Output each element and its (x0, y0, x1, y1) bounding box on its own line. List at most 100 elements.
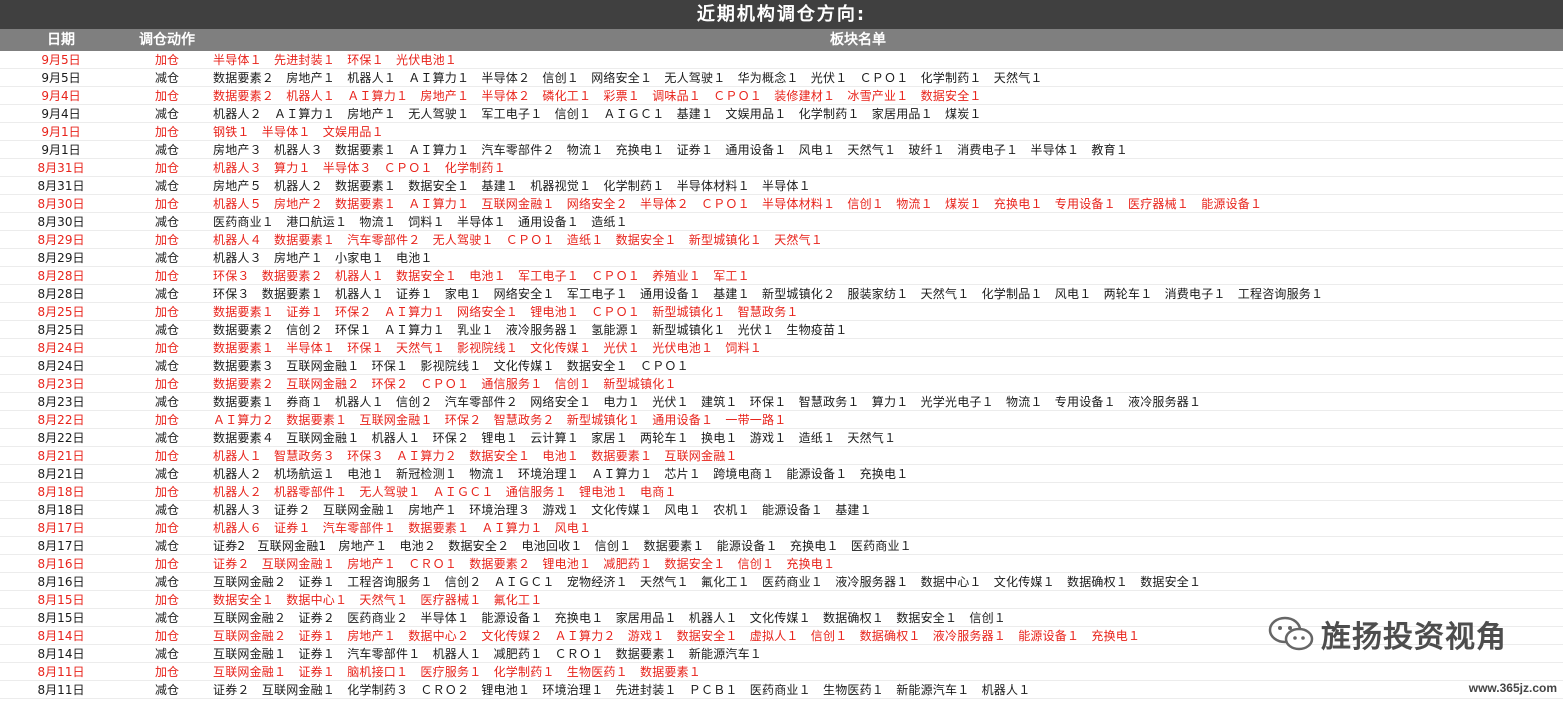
table-row: 8月24日 加仓 数据要素１ 半导体１ 环保１ 天然气１ 影视院线１ 文化传媒１ 光… (0, 339, 1563, 357)
table-row: 8月31日 加仓 机器人３ 算力１ 半导体３ ＣＰＯ１ 化学制药１ (0, 159, 1563, 177)
row-action: 加仓 (154, 521, 179, 535)
row-date: 8月30日 (37, 215, 85, 229)
row-action: 减仓 (154, 467, 179, 481)
row-date: 8月17日 (37, 521, 85, 535)
row-sector-list: 互联网金融２ 证券１ 房地产１ 数据中心２ 文化传媒２ ＡＩ算力２ 游戏１ 数据… (213, 629, 1141, 643)
row-action: 加仓 (154, 305, 179, 319)
row-date: 8月28日 (37, 287, 85, 301)
table-body: 9月5日 加仓 半导体１ 先进封装１ 环保１ 光伏电池１ 9月5日 减仓 数据要素２ 房地… (0, 51, 1563, 699)
row-sector-list: 钢铁１ 半导体１ 文娱用品１ (213, 125, 384, 139)
row-date: 8月31日 (37, 179, 85, 193)
row-sector-list: 机器人６ 证券１ 汽车零部件１ 数据要素１ ＡＩ算力１ 风电１ (213, 521, 592, 535)
row-sector-list: 医药商业１ 港口航运１ 物流１ 饲料１ 半导体１ 通用设备１ 造纸１ (213, 215, 628, 229)
row-action: 加仓 (154, 233, 179, 247)
row-date: 9月4日 (41, 107, 81, 121)
row-date: 8月15日 (37, 611, 85, 625)
row-action: 加仓 (154, 53, 179, 67)
row-date: 8月16日 (37, 557, 85, 571)
row-action: 加仓 (154, 629, 179, 643)
table-row: 8月30日 加仓 机器人５ 房地产２ 数据要素１ ＡＩ算力１ 互联网金融１ 网络安全… (0, 195, 1563, 213)
row-action: 加仓 (154, 593, 179, 607)
row-action: 减仓 (154, 143, 179, 157)
row-sector-list: 数据要素２ 机器人１ ＡＩ算力１ 房地产１ 半导体２ 磷化工１ 彩票１ 调味品１… (213, 89, 982, 103)
row-action: 加仓 (154, 341, 179, 355)
row-sector-list: 互联网金融１ 证券１ 汽车零部件１ 机器人１ 减肥药１ ＣＲＯ１ 数据要素１ 新… (213, 647, 763, 661)
table-row: 8月24日 减仓 数据要素３ 互联网金融１ 环保１ 影视院线１ 文化传媒１ 数据安全… (0, 357, 1563, 375)
row-action: 加仓 (154, 269, 179, 283)
table-row: 8月11日 减仓 证券２ 互联网金融１ 化学制药３ ＣＲＯ２ 锂电池１ 环境治理１ … (0, 681, 1563, 699)
row-date: 9月4日 (41, 89, 81, 103)
row-sector-list: ＡＩ算力２ 数据要素１ 互联网金融１ 环保２ 智慧政务２ 新型城镇化１ 通用设备… (213, 413, 787, 427)
row-date: 8月29日 (37, 233, 85, 247)
table-row: 8月16日 加仓 证券２ 互联网金融１ 房地产１ ＣＲＯ１ 数据要素２ 锂电池１ 减… (0, 555, 1563, 573)
row-action: 减仓 (154, 323, 179, 337)
table-row: 8月16日 减仓 互联网金融２ 证券１ 工程咨询服务１ 信创２ ＡＩＧＣ１ 宠物经济… (0, 573, 1563, 591)
row-date: 8月21日 (37, 449, 85, 463)
row-sector-list: 机器人２ 机场航运１ 电池１ 新冠检测１ 物流１ 环境治理１ ＡＩ算力１ 芯片１… (213, 467, 909, 481)
row-sector-list: 房地产５ 机器人２ 数据要素１ 数据安全１ 基建１ 机器视觉１ 化学制药１ 半导… (213, 179, 811, 193)
row-date: 8月14日 (37, 647, 85, 661)
row-sector-list: 半导体１ 先进封装１ 环保１ 光伏电池１ (213, 53, 458, 67)
row-action: 加仓 (154, 197, 179, 211)
row-date: 8月24日 (37, 341, 85, 355)
row-sector-list: 数据要素４ 互联网金融１ 机器人１ 环保２ 锂电１ 云计算１ 家居１ 两轮车１ … (213, 431, 897, 445)
row-action: 减仓 (154, 395, 179, 409)
row-sector-list: 证券２ 互联网金融１ 房地产１ ＣＲＯ１ 数据要素２ 锂电池１ 减肥药１ 数据安… (213, 557, 836, 571)
table-row: 8月30日 减仓 医药商业１ 港口航运１ 物流１ 饲料１ 半导体１ 通用设备１ 造纸… (0, 213, 1563, 231)
watermark: 旌扬投资视角 (1267, 612, 1507, 656)
row-action: 加仓 (154, 485, 179, 499)
row-sector-list: 机器人３ 算力１ 半导体３ ＣＰＯ１ 化学制药１ (213, 161, 506, 175)
row-sector-list: 环保３ 数据要素１ 机器人１ 证券１ 家电１ 网络安全１ 军工电子１ 通用设备１… (213, 287, 1324, 301)
table-row: 8月22日 减仓 数据要素４ 互联网金融１ 机器人１ 环保２ 锂电１ 云计算１ 家居… (0, 429, 1563, 447)
row-sector-list: 环保３ 数据要素２ 机器人１ 数据安全１ 电池１ 军工电子１ ＣＰＯ１ 养殖业１… (213, 269, 750, 283)
row-sector-list: 互联网金融１ 证券１ 脑机接口１ 医疗服务１ 化学制药１ 生物医药１ 数据要素１ (213, 665, 702, 679)
row-date: 8月25日 (37, 323, 85, 337)
row-sector-list: 机器人３ 证券２ 互联网金融１ 房地产１ 环境治理３ 游戏１ 文化传媒１ 风电１… (213, 503, 872, 517)
row-action: 减仓 (154, 179, 179, 193)
row-action: 减仓 (154, 215, 179, 229)
row-sector-list: 数据要素１ 半导体１ 环保１ 天然气１ 影视院线１ 文化传媒１ 光伏１ 光伏电池… (213, 341, 763, 355)
header-list: 板块名单 (830, 32, 886, 48)
row-action: 加仓 (154, 125, 179, 139)
row-sector-list: 互联网金融２ 证券１ 工程咨询服务１ 信创２ ＡＩＧＣ１ 宠物经济１ 天然气１ … (213, 575, 1202, 589)
row-date: 8月18日 (37, 503, 85, 517)
row-date: 8月11日 (37, 683, 85, 697)
table-row: 8月28日 减仓 环保３ 数据要素１ 机器人１ 证券１ 家电１ 网络安全１ 军工电子… (0, 285, 1563, 303)
table-row: 9月4日 加仓 数据要素２ 机器人１ ＡＩ算力１ 房地产１ 半导体２ 磷化工１ 彩票… (0, 87, 1563, 105)
row-date: 8月15日 (37, 593, 85, 607)
table-row: 8月29日 减仓 机器人３ 房地产１ 小家电１ 电池１ (0, 249, 1563, 267)
row-action: 减仓 (154, 71, 179, 85)
row-sector-list: 数据要素２ 互联网金融２ 环保２ ＣＰＯ１ 通信服务１ 信创１ 新型城镇化１ (213, 377, 677, 391)
row-action: 加仓 (154, 449, 179, 463)
table-row: 8月18日 减仓 机器人３ 证券２ 互联网金融１ 房地产１ 环境治理３ 游戏１ 文化… (0, 501, 1563, 519)
row-action: 减仓 (154, 575, 179, 589)
row-date: 8月28日 (37, 269, 85, 283)
table-row: 8月21日 减仓 机器人２ 机场航运１ 电池１ 新冠检测１ 物流１ 环境治理１ ＡＩ… (0, 465, 1563, 483)
row-action: 加仓 (154, 413, 179, 427)
row-date: 8月17日 (37, 539, 85, 553)
row-action: 减仓 (154, 107, 179, 121)
row-date: 8月23日 (37, 395, 85, 409)
table-row: 8月17日 加仓 机器人６ 证券１ 汽车零部件１ 数据要素１ ＡＩ算力１ 风电１ (0, 519, 1563, 537)
table-row: 8月28日 加仓 环保３ 数据要素２ 机器人１ 数据安全１ 电池１ 军工电子１ ＣＰ… (0, 267, 1563, 285)
row-action: 减仓 (154, 611, 179, 625)
row-date: 8月31日 (37, 161, 85, 175)
table-row: 9月1日 加仓 钢铁１ 半导体１ 文娱用品１ (0, 123, 1563, 141)
table-row: 8月23日 减仓 数据要素１ 券商１ 机器人１ 信创２ 汽车零部件２ 网络安全１ 电… (0, 393, 1563, 411)
row-sector-list: 证券2 互联网金融1 房地产１ 电池２ 数据安全２ 电池回收１ 信创１ 数据要素… (213, 539, 912, 553)
row-date: 9月5日 (41, 53, 81, 67)
row-action: 加仓 (154, 161, 179, 175)
row-action: 减仓 (154, 359, 179, 373)
row-action: 加仓 (154, 377, 179, 391)
row-sector-list: 机器人２ ＡＩ算力１ 房地产１ 无人驾驶１ 军工电子１ 信创１ ＡＩＧＣ１ 基建… (213, 107, 982, 121)
row-sector-list: 数据安全１ 数据中心１ 天然气１ 医疗器械１ 氟化工１ (213, 593, 543, 607)
table-header: 日期 调仓动作 板块名单 (0, 29, 1563, 51)
row-action: 减仓 (154, 539, 179, 553)
row-date: 9月5日 (41, 71, 81, 85)
table-row: 8月23日 加仓 数据要素２ 互联网金融２ 环保２ ＣＰＯ１ 通信服务１ 信创１ 新… (0, 375, 1563, 393)
site-watermark[interactable]: www.365jz.com (1469, 681, 1557, 695)
table-row: 8月29日 加仓 机器人４ 数据要素１ 汽车零部件２ 无人驾驶１ ＣＰＯ１ 造纸１ … (0, 231, 1563, 249)
table-row: 9月4日 减仓 机器人２ ＡＩ算力１ 房地产１ 无人驾驶１ 军工电子１ 信创１ ＡＩ… (0, 105, 1563, 123)
wechat-icon (1267, 615, 1315, 653)
row-sector-list: 数据要素３ 互联网金融１ 环保１ 影视院线１ 文化传媒１ 数据安全１ ＣＰＯ１ (213, 359, 689, 373)
